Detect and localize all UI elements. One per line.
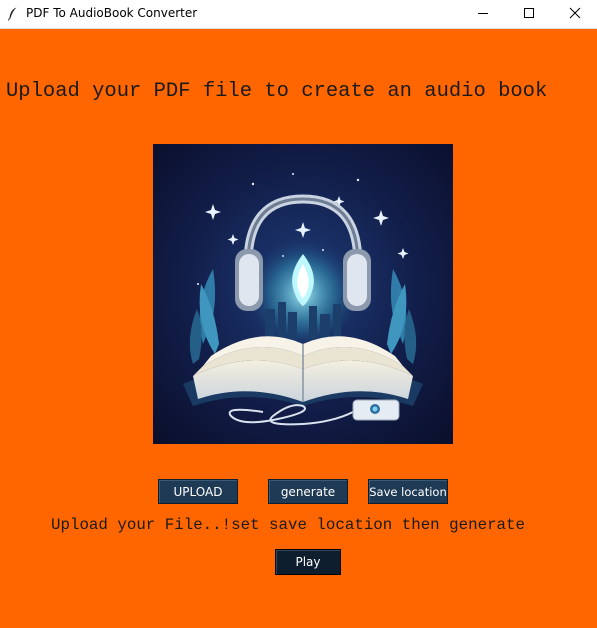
minimize-icon — [477, 6, 489, 24]
close-button[interactable] — [552, 0, 597, 29]
maximize-icon — [523, 6, 535, 24]
maximize-button[interactable] — [506, 0, 552, 29]
save-location-button[interactable]: Save location — [368, 479, 448, 504]
close-icon — [569, 6, 581, 24]
title-bar[interactable]: PDF To AudioBook Converter — [0, 0, 597, 29]
cover-image — [153, 144, 453, 444]
feather-icon — [8, 7, 18, 21]
status-text: Upload your File..!set save location the… — [51, 516, 525, 534]
generate-button[interactable]: generate — [268, 479, 348, 504]
upload-button[interactable]: UPLOAD — [158, 479, 238, 504]
play-button[interactable]: Play — [275, 549, 341, 575]
window-title: PDF To AudioBook Converter — [26, 6, 198, 20]
page-heading: Upload your PDF file to create an audio … — [6, 80, 548, 103]
app-window: PDF To AudioBook Converter Upload your P… — [0, 0, 597, 628]
minimize-button[interactable] — [460, 0, 506, 29]
